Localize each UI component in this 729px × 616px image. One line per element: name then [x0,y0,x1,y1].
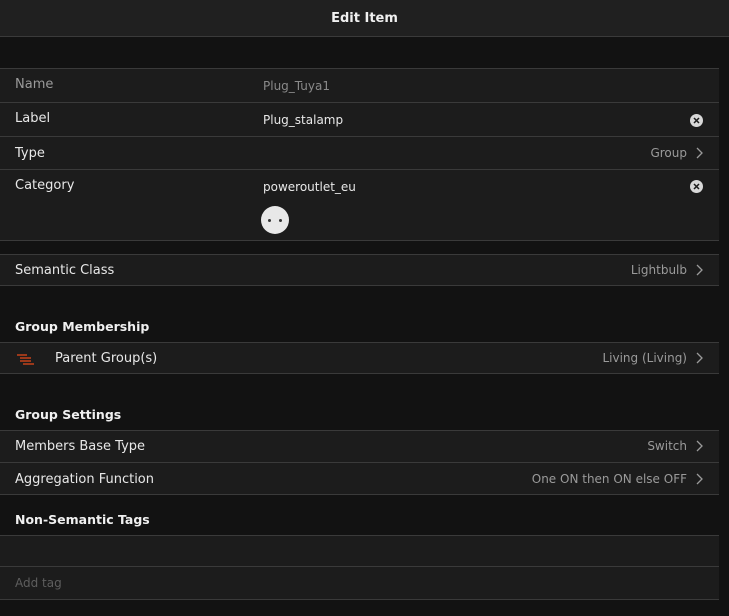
semantic-list: Semantic Class Lightbulb [0,254,719,286]
navbar: Edit Item [0,0,729,37]
non-semantic-tags-title: Non-Semantic Tags [15,512,150,527]
name-label: Name [15,77,54,92]
name-value: Plug_Tuya1 [263,79,330,93]
close-icon [693,183,700,190]
chevron-right-icon [696,264,703,276]
semantic-class-label: Semantic Class [15,263,115,278]
add-tag-row[interactable]: Add tag [0,567,719,599]
category-row[interactable]: Category poweroutlet_eu [0,170,719,240]
parent-groups-row[interactable]: Parent Group(s) Living (Living) [0,343,719,373]
parent-groups-value-wrap: Living (Living) [602,351,704,365]
tags-list: Add tag [0,535,719,600]
group-settings-list: Members Base Type Switch Aggregation Fun… [0,430,719,495]
label-input[interactable]: Plug_stalamp [263,113,343,127]
aggregation-function-value: One ON then ON else OFF [531,472,687,486]
parent-groups-label: Parent Group(s) [55,351,158,366]
close-icon [693,117,700,124]
outlet-hole [279,218,282,222]
type-row[interactable]: Type Group [0,137,719,170]
page-title: Edit Item [331,10,398,26]
label-row[interactable]: Label Plug_stalamp [0,103,719,137]
category-input[interactable]: poweroutlet_eu [263,180,356,194]
group-list-icon [17,354,34,365]
category-label: Category [15,178,75,193]
poweroutlet-eu-icon [261,206,289,234]
group-membership-list: Parent Group(s) Living (Living) [0,342,719,374]
item-properties-list: Name Plug_Tuya1 Label Plug_stalamp Type … [0,68,719,241]
parent-groups-value: Living (Living) [602,351,687,365]
type-value-wrap: Group [650,146,704,160]
members-base-type-value-wrap: Switch [647,439,704,453]
type-label: Type [15,146,45,161]
aggregation-function-value-wrap: One ON then ON else OFF [532,472,704,486]
type-value: Group [650,146,687,160]
outlet-hole [268,218,271,222]
members-base-type-row[interactable]: Members Base Type Switch [0,431,719,463]
clear-label-button[interactable] [690,114,703,127]
add-tag-input[interactable]: Add tag [15,576,62,590]
aggregation-function-row[interactable]: Aggregation Function One ON then ON else… [0,463,719,494]
aggregation-function-label: Aggregation Function [15,472,155,487]
chevron-right-icon [696,147,703,159]
clear-category-button[interactable] [690,180,703,193]
label-label: Label [15,111,51,126]
chevron-right-icon [696,473,703,485]
group-membership-title: Group Membership [15,319,150,334]
chevron-right-icon [696,352,703,364]
semantic-class-value: Lightbulb [630,263,687,277]
semantic-class-row[interactable]: Semantic Class Lightbulb [0,255,719,285]
chevron-right-icon [696,440,703,452]
name-row: Name Plug_Tuya1 [0,69,719,103]
tags-row [0,536,719,567]
members-base-type-value: Switch [647,439,687,453]
members-base-type-label: Members Base Type [15,439,146,454]
group-settings-title: Group Settings [15,407,122,422]
semantic-class-value-wrap: Lightbulb [631,263,704,277]
